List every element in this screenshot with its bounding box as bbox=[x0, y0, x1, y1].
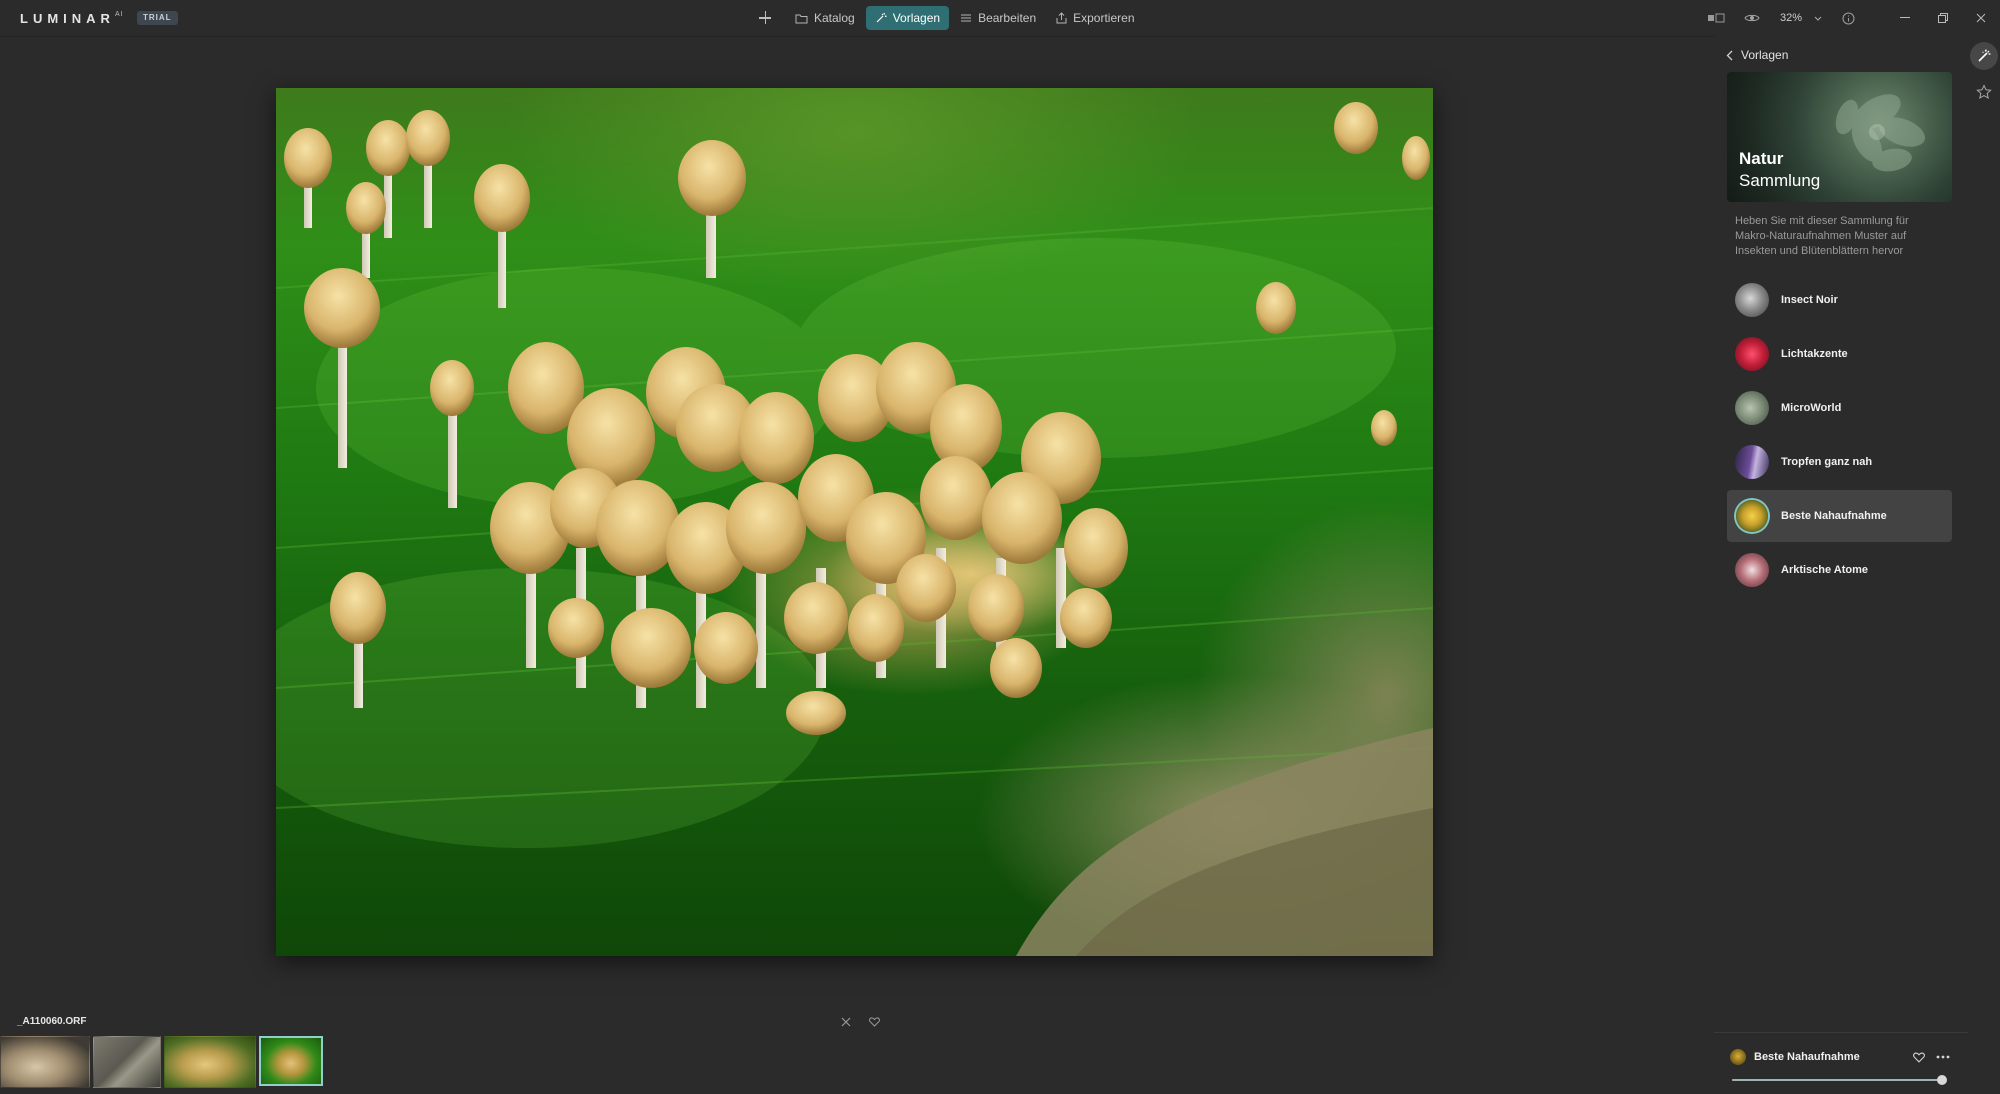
collection-description: Heben Sie mit dieser Sammlung für Makro-… bbox=[1735, 215, 1909, 257]
folder-icon bbox=[795, 14, 808, 23]
eye-icon[interactable] bbox=[1734, 0, 1770, 36]
filmstrip-thumb[interactable] bbox=[0, 1036, 90, 1088]
applied-preset-label: Beste Nahaufnahme bbox=[1754, 1051, 1860, 1063]
filmstrip-thumb[interactable] bbox=[93, 1036, 161, 1088]
preset-thumbnail bbox=[1735, 445, 1769, 479]
preset-list: Insect Noir Lichtakzente MicroWorld Trop… bbox=[1727, 274, 1952, 598]
top-bar: LUMINARAI TRIAL Katalog Vorlagen Bearbei… bbox=[0, 0, 2000, 37]
tab-bearbeiten[interactable]: Bearbeiten bbox=[951, 6, 1045, 30]
templates-icon bbox=[876, 12, 887, 23]
slider-knob[interactable] bbox=[1936, 1075, 1947, 1085]
file-name: _A110060.ORF bbox=[17, 1016, 87, 1027]
preset-thumbnail bbox=[1735, 283, 1769, 317]
right-tool-strip bbox=[1968, 36, 2000, 1094]
applied-preset-thumbnail bbox=[1730, 1049, 1746, 1065]
preset-thumbnail bbox=[1736, 500, 1768, 532]
top-right-controls: 32% bbox=[1698, 0, 2000, 36]
export-icon bbox=[1056, 12, 1067, 24]
slider-fill bbox=[1732, 1079, 1942, 1081]
star-icon[interactable] bbox=[1970, 78, 1998, 106]
app-logo: LUMINARAI bbox=[20, 10, 124, 26]
restore-icon[interactable] bbox=[1924, 0, 1962, 36]
compare-icon[interactable] bbox=[1698, 0, 1734, 36]
close-window-icon[interactable] bbox=[1962, 0, 2000, 36]
preset-lichtakzente[interactable]: Lichtakzente bbox=[1727, 328, 1952, 380]
tab-katalog[interactable]: Katalog bbox=[786, 6, 864, 30]
add-plus-icon[interactable] bbox=[754, 6, 776, 30]
filmstrip-tools bbox=[835, 1015, 891, 1029]
back-to-templates[interactable]: Vorlagen bbox=[1726, 48, 1788, 62]
trial-badge: TRIAL bbox=[137, 11, 178, 25]
preset-microworld[interactable]: MicroWorld bbox=[1727, 382, 1952, 434]
preset-thumbnail bbox=[1735, 553, 1769, 587]
preset-insect-noir[interactable]: Insect Noir bbox=[1727, 274, 1952, 326]
preset-amount-slider[interactable] bbox=[1732, 1074, 1947, 1086]
chevron-down-icon bbox=[1814, 16, 1822, 21]
collection-title: Natur Sammlung bbox=[1739, 149, 1821, 190]
reject-x-icon[interactable] bbox=[835, 1015, 857, 1029]
preset-thumbnail bbox=[1735, 337, 1769, 371]
main-nav: Katalog Vorlagen Bearbeiten Exportieren bbox=[754, 6, 1146, 30]
preset-arktische-atome[interactable]: Arktische Atome bbox=[1727, 544, 1952, 596]
applied-preset-row: Beste Nahaufnahme bbox=[1730, 1048, 1952, 1066]
main-photo[interactable] bbox=[276, 88, 1433, 956]
templates-wand-icon[interactable] bbox=[1970, 42, 1998, 70]
panel-divider bbox=[1714, 1032, 1968, 1033]
info-icon[interactable] bbox=[1830, 0, 1866, 36]
preset-beste-nahaufnahme[interactable]: Beste Nahaufnahme bbox=[1727, 490, 1952, 542]
filmstrip-thumb-selected[interactable] bbox=[259, 1036, 323, 1086]
templates-panel: Vorlagen Natur Sammlung Heben Sie mit di… bbox=[1714, 36, 1968, 1094]
favorite-heart-icon[interactable] bbox=[863, 1015, 885, 1029]
collection-card: Natur Sammlung bbox=[1727, 72, 1952, 202]
sliders-icon bbox=[961, 14, 972, 22]
preset-thumbnail bbox=[1735, 391, 1769, 425]
more-options-icon[interactable] bbox=[1934, 1048, 1952, 1066]
filmstrip-thumb[interactable] bbox=[164, 1036, 256, 1088]
filmstrip bbox=[0, 1036, 326, 1088]
tab-vorlagen[interactable]: Vorlagen bbox=[865, 6, 950, 30]
chevron-left-icon bbox=[1726, 50, 1733, 60]
preset-tropfen-ganz-nah[interactable]: Tropfen ganz nah bbox=[1727, 436, 1952, 488]
zoom-dropdown[interactable]: 32% bbox=[1780, 12, 1822, 24]
tab-exportieren[interactable]: Exportieren bbox=[1047, 6, 1143, 30]
heart-icon[interactable] bbox=[1910, 1048, 1928, 1066]
mushroom-photo-art bbox=[276, 102, 1433, 956]
minimize-icon[interactable] bbox=[1886, 0, 1924, 36]
